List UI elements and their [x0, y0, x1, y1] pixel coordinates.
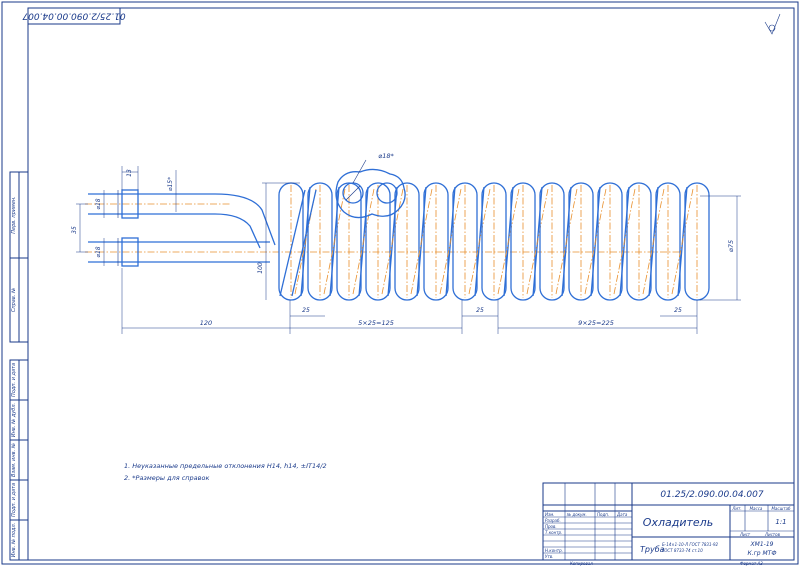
- dim-35: 35: [71, 226, 78, 234]
- coil-link-axis: [468, 188, 491, 295]
- technical-notes: 1. Неуказанные предельные отклонения H14…: [124, 462, 327, 482]
- tb-row-label: Дата: [616, 512, 628, 517]
- org-line-2: К.гр МТФ: [747, 550, 776, 557]
- dim-d18-bottom: ⌀18: [95, 246, 102, 257]
- roughness-symbol: [764, 13, 781, 35]
- coil-link-axis: [410, 188, 433, 295]
- coil-link-axis: [381, 188, 404, 295]
- tb-row-label: Подп.: [597, 512, 609, 517]
- tb-scale-label: Масштаб: [771, 506, 791, 511]
- side-stamp-cell: Подп. и дата: [11, 363, 17, 397]
- coil-link-axis: [323, 188, 346, 295]
- designation-rotated-box: 01.25/2.090.00.04.007: [22, 7, 126, 25]
- tb-row-label: Изм.: [545, 512, 554, 517]
- dim-100: 100: [257, 262, 264, 274]
- material-detail: Б-14×1-10-Л ГОСТ 7831-92: [662, 542, 718, 547]
- tb-mass-label: Масса: [750, 506, 763, 511]
- dim-d18-star: ⌀18*: [378, 152, 394, 160]
- dimensions: 13 ⌀15* 35 ⌀18 ⌀18 ⌀18* 100 ⌀75 25 25 25: [71, 152, 741, 334]
- tb-sheets-label: Листов: [764, 532, 781, 537]
- tb-role: Пров.: [545, 524, 557, 529]
- coil-link-axis: [526, 188, 549, 295]
- coil-link-axis: [671, 188, 694, 295]
- cross-pipe: [279, 189, 306, 297]
- tb-lit-label: Лит.: [731, 506, 741, 511]
- dim-pitch-mid: 25: [476, 307, 484, 314]
- note-1: 1. Неуказанные предельные отклонения H14…: [124, 462, 327, 470]
- title-block: 01.25/2.090.00.04.007 Изм. № докум. Подп…: [542, 482, 795, 561]
- dim-pitch-right: 25: [674, 307, 682, 314]
- dim-d15: ⌀15*: [167, 177, 174, 191]
- part-name: Охладитель: [643, 516, 713, 529]
- drawing-sheet: 01.25/2.090.00.04.007 Перв. примен. Спра…: [1, 1, 799, 566]
- material-main: Труба: [640, 545, 665, 554]
- tb-row-label: № докум.: [566, 512, 587, 517]
- side-stamp-cell: Взам. инв. №: [11, 443, 17, 477]
- side-stamp-cell: Справ. №: [11, 288, 17, 312]
- tb-role: Т.контр.: [545, 530, 562, 535]
- format-label: Формат A3: [740, 561, 763, 566]
- coil-link-axis: [555, 188, 578, 295]
- dim-d75: ⌀75: [727, 240, 735, 252]
- coil-link-axis: [352, 188, 375, 295]
- coil-link-axis: [613, 188, 636, 295]
- side-stamp-cell: Перв. примен.: [11, 196, 17, 234]
- dim-13: 13: [126, 169, 133, 177]
- side-stamp-cell: Инв. № подл.: [11, 523, 17, 558]
- material-detail: ГОСТ 8733-74 ст.10: [662, 548, 703, 553]
- cooler-drawing: [85, 159, 710, 301]
- coil-loops: [278, 182, 710, 301]
- dim-120: 120: [200, 319, 212, 327]
- copied-label: Копировал: [570, 561, 593, 566]
- tb-role: Н.контр.: [545, 548, 563, 553]
- dim-5x25: 5×25=125: [358, 319, 394, 327]
- note-2: 2. *Размеры для справок: [124, 474, 209, 482]
- title-designation: 01.25/2.090.00.04.007: [660, 490, 764, 500]
- dim-pitch-left: 25: [302, 307, 310, 314]
- tb-sheet-label: Лист: [739, 532, 751, 537]
- side-stamp-cell: Подп. и дата: [11, 483, 17, 517]
- side-stamp-cell: Инв. № дубл.: [11, 403, 17, 437]
- cross-pipe: [291, 189, 317, 297]
- coil-link-axis: [439, 188, 462, 295]
- coil-link-axis: [584, 188, 607, 295]
- dim-9x25: 9×25=225: [578, 319, 614, 327]
- coil-link-axis: [497, 188, 520, 295]
- org-line-1: ХМ1-19: [750, 541, 774, 548]
- dim-d18-top: ⌀18: [95, 198, 102, 209]
- tb-scale-value: 1:1: [775, 518, 786, 526]
- designation-rotated: 01.25/2.090.00.04.007: [22, 11, 126, 21]
- tb-role: Утв.: [545, 554, 553, 559]
- side-stamp: Перв. примен. Справ. № Подп. и дата Инв.…: [9, 171, 29, 561]
- coil-link-axis: [642, 188, 665, 295]
- tb-role: Разраб.: [545, 518, 561, 523]
